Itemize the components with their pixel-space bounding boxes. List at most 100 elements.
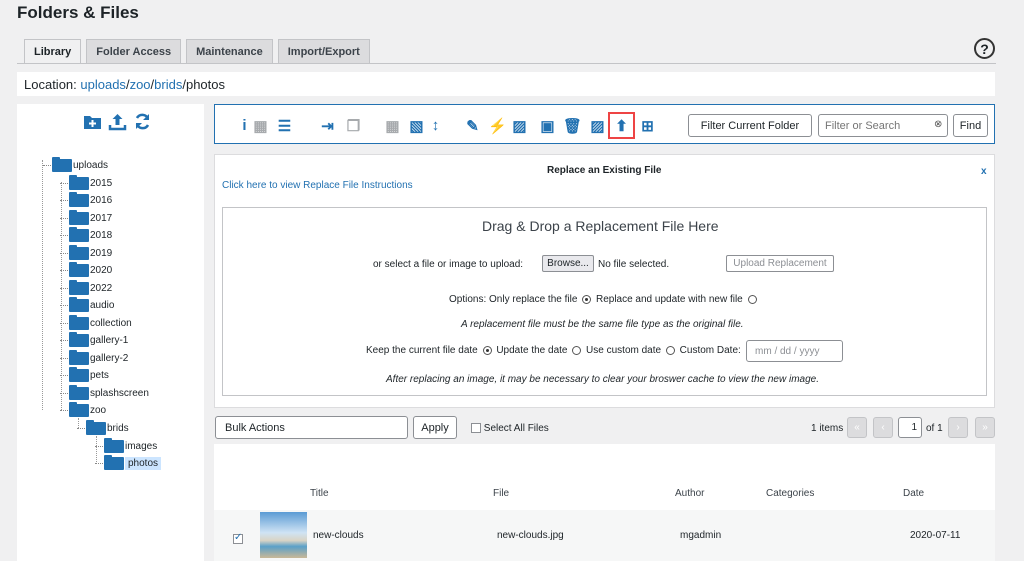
folder-icon [104, 437, 124, 453]
row-title[interactable]: new-clouds [313, 530, 364, 541]
tree-folder-splashscreen[interactable]: splashscreen [60, 384, 149, 401]
tab-maintenance[interactable]: Maintenance [186, 39, 273, 64]
copy-icon[interactable]: ❐ [344, 116, 363, 135]
tree-connector [60, 322, 68, 324]
tree-folder-2016[interactable]: 2016 [60, 191, 112, 208]
help-icon[interactable]: ? [974, 38, 995, 59]
filter-current-folder-button[interactable]: Filter Current Folder [688, 114, 812, 137]
sitemap-icon[interactable]: ⊞ [638, 116, 657, 135]
breadcrumb-link-brids[interactable]: brids [154, 77, 182, 92]
first-page-button[interactable]: « [847, 417, 867, 438]
apply-button[interactable]: Apply [413, 416, 457, 439]
add-folder-icon[interactable] [83, 112, 102, 131]
grid-view-icon[interactable]: ▦ [251, 116, 270, 135]
tree-folder-2020[interactable]: 2020 [60, 261, 112, 278]
tree-folder-gallery-2[interactable]: gallery-2 [60, 349, 128, 366]
tree-connector [60, 374, 68, 376]
row-checkbox[interactable] [233, 532, 243, 544]
column-header-file[interactable]: File [493, 488, 509, 499]
gallery-icon[interactable]: ▨ [510, 116, 529, 135]
tree-folder-2018[interactable]: 2018 [60, 226, 112, 243]
move-icon[interactable]: ⇥ [318, 116, 337, 135]
folder-icon [69, 296, 89, 312]
folder-icon [69, 191, 89, 207]
bulk-actions-select[interactable]: Bulk Actions [215, 416, 408, 439]
custom-date-input[interactable]: mm / dd / yyyy [746, 340, 843, 362]
instructions-link[interactable]: Click here to view Replace File Instruct… [222, 180, 413, 191]
tab-divider [17, 63, 996, 64]
tree-folder-label: 2019 [90, 247, 113, 259]
select-all-checkbox[interactable] [471, 423, 481, 434]
tree-folder-label: uploads [73, 159, 109, 171]
image-sort-icon[interactable]: ▧ [407, 116, 426, 135]
current-page-input[interactable]: 1 [898, 417, 922, 438]
clear-search-icon[interactable]: ⊗ [934, 119, 942, 130]
tree-folder-collection[interactable]: collection [60, 314, 132, 331]
tree-folder-label: audio [90, 299, 115, 311]
folder-icon [69, 366, 89, 382]
delete-icon[interactable]: 🗑 [563, 116, 582, 135]
breadcrumb-link-zoo[interactable]: zoo [130, 77, 151, 92]
keep-date-label: Keep the current file date [366, 345, 478, 356]
tree-folder-2015[interactable]: 2015 [60, 174, 113, 191]
tab-folder-access[interactable]: Folder Access [86, 39, 182, 64]
select-all-row: Select All Files [471, 423, 549, 434]
find-button[interactable]: Find [953, 114, 988, 137]
drop-title: Drag & Drop a Replacement File Here [482, 218, 719, 234]
replace-update-radio[interactable] [747, 294, 757, 304]
prev-page-button[interactable]: ‹ [873, 417, 893, 438]
close-icon[interactable]: x [981, 166, 987, 177]
folder-icon [104, 454, 124, 470]
tree-connector [60, 339, 68, 341]
keep-date-radio[interactable] [482, 345, 492, 355]
file-thumbnail[interactable] [260, 512, 307, 558]
tree-folder-label: 2022 [90, 282, 113, 294]
column-header-title[interactable]: Title [310, 488, 329, 499]
browse-button[interactable]: Browse... [542, 255, 594, 272]
sort-icon[interactable]: ↕ [426, 116, 445, 135]
tree-folder-photos[interactable]: photos [95, 454, 162, 471]
tree-folder-2022[interactable]: 2022 [60, 279, 113, 296]
folder-icon [69, 331, 89, 347]
folder-icon [69, 226, 89, 242]
refresh-icon[interactable] [133, 112, 152, 131]
upload-icon[interactable] [108, 112, 127, 131]
folder-icon [52, 156, 72, 172]
tab-bar: Library Folder Access Maintenance Import… [24, 39, 370, 64]
list-view-icon[interactable]: ☰ [275, 116, 294, 135]
last-page-button[interactable]: » [975, 417, 995, 438]
tree-folder-brids[interactable]: brids [77, 419, 129, 436]
tree-folder-pets[interactable]: pets [60, 366, 109, 383]
update-date-radio[interactable] [572, 345, 582, 355]
replace-only-radio[interactable] [582, 294, 592, 304]
image-icon[interactable]: ▨ [588, 116, 607, 135]
tree-connector [60, 392, 68, 394]
tree-folder-uploads[interactable]: uploads [43, 156, 109, 173]
upload-replacement-button[interactable]: Upload Replacement [726, 255, 834, 272]
tree-folder-images[interactable]: images [95, 437, 157, 454]
tab-import-export[interactable]: Import/Export [277, 39, 370, 64]
tree-connector [60, 304, 68, 306]
folder-icon [86, 419, 106, 435]
tree-folder-gallery-1[interactable]: gallery-1 [60, 331, 128, 348]
breadcrumb-link-uploads[interactable]: uploads [80, 77, 126, 92]
custom-date-radio[interactable] [665, 345, 675, 355]
tree-folder-2019[interactable]: 2019 [60, 244, 113, 261]
embed-icon[interactable]: ▣ [538, 116, 557, 135]
tree-folder-zoo[interactable]: zoo [60, 401, 106, 418]
column-header-date[interactable]: Date [903, 488, 924, 499]
tab-library[interactable]: Library [24, 39, 82, 64]
tree-folder-label: 2015 [90, 177, 113, 189]
replace-file-icon[interactable]: ⬆ [608, 112, 635, 139]
tree-connector [60, 287, 68, 289]
tree-folder-audio[interactable]: audio [60, 296, 115, 313]
tree-folder-2017[interactable]: 2017 [60, 209, 112, 226]
page-total: of 1 [926, 423, 943, 434]
next-page-button[interactable]: › [948, 417, 968, 438]
column-header-author[interactable]: Author [675, 488, 704, 499]
regenerate-icon[interactable]: ⚡ [488, 116, 507, 135]
search-input[interactable] [818, 114, 948, 137]
select-file-label: or select a file or image to upload: [373, 259, 524, 270]
calendar-icon[interactable]: ▦ [383, 116, 402, 135]
rename-icon[interactable]: ✎ [463, 116, 482, 135]
